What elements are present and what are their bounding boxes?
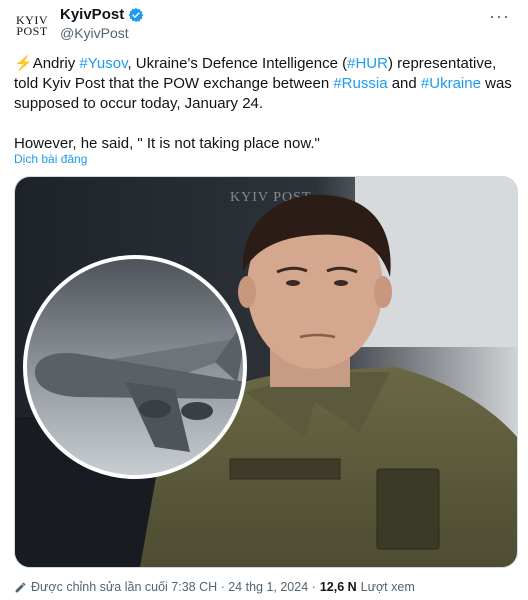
avatar[interactable]: KYIV POST xyxy=(14,8,50,44)
avatar-text-line2: POST xyxy=(16,24,48,38)
text-segment: , Ukraine's Defence Intelligence ( xyxy=(127,55,348,72)
hashtag-yusov[interactable]: #Yusov xyxy=(79,55,127,72)
aircraft-engine xyxy=(181,402,213,420)
name-tape xyxy=(229,458,341,480)
text-segment: and xyxy=(387,75,421,92)
views-count: 12,6 N xyxy=(319,580,357,594)
verified-badge-icon xyxy=(128,7,144,23)
officer-eye xyxy=(334,280,348,286)
display-name[interactable]: KyivPost xyxy=(60,6,124,23)
hashtag-hur[interactable]: #HUR xyxy=(347,55,388,72)
hashtag-russia[interactable]: #Russia xyxy=(333,75,387,92)
officer-ear xyxy=(374,276,392,308)
tweet-paragraph-1: ⚡Andriy #Yusov, Ukraine's Defence Intell… xyxy=(14,54,514,114)
shoulder-patch xyxy=(376,468,440,550)
tweet-footer: Được chỉnh sửa lần cuối 7:38 CH · 24 thg… xyxy=(14,580,415,594)
handle[interactable]: @KyivPost xyxy=(60,25,144,41)
officer-eye xyxy=(286,280,300,286)
more-options-icon[interactable]: ··· xyxy=(489,6,510,27)
aircraft-engine xyxy=(139,400,171,418)
hashtag-ukraine[interactable]: #Ukraine xyxy=(421,75,481,92)
views-label: Lượt xem xyxy=(360,580,415,594)
edit-pencil-icon[interactable] xyxy=(14,581,27,594)
tweet-paragraph-2: However, he said, " It is not taking pla… xyxy=(14,135,320,152)
translate-post-link[interactable]: Dịch bài đăng xyxy=(14,152,87,166)
author-info: KyivPost @KyivPost xyxy=(60,6,144,41)
lightning-emoji-icon: ⚡ xyxy=(14,55,33,72)
tweet-media-image[interactable]: KYIV POST xyxy=(14,176,518,568)
text-segment: Andriy xyxy=(32,55,80,72)
tweet-text: ⚡Andriy #Yusov, Ukraine's Defence Intell… xyxy=(14,54,514,154)
edited-timestamp[interactable]: Được chỉnh sửa lần cuối 7:38 CH · 24 thg… xyxy=(31,580,316,594)
officer-ear xyxy=(238,276,256,308)
